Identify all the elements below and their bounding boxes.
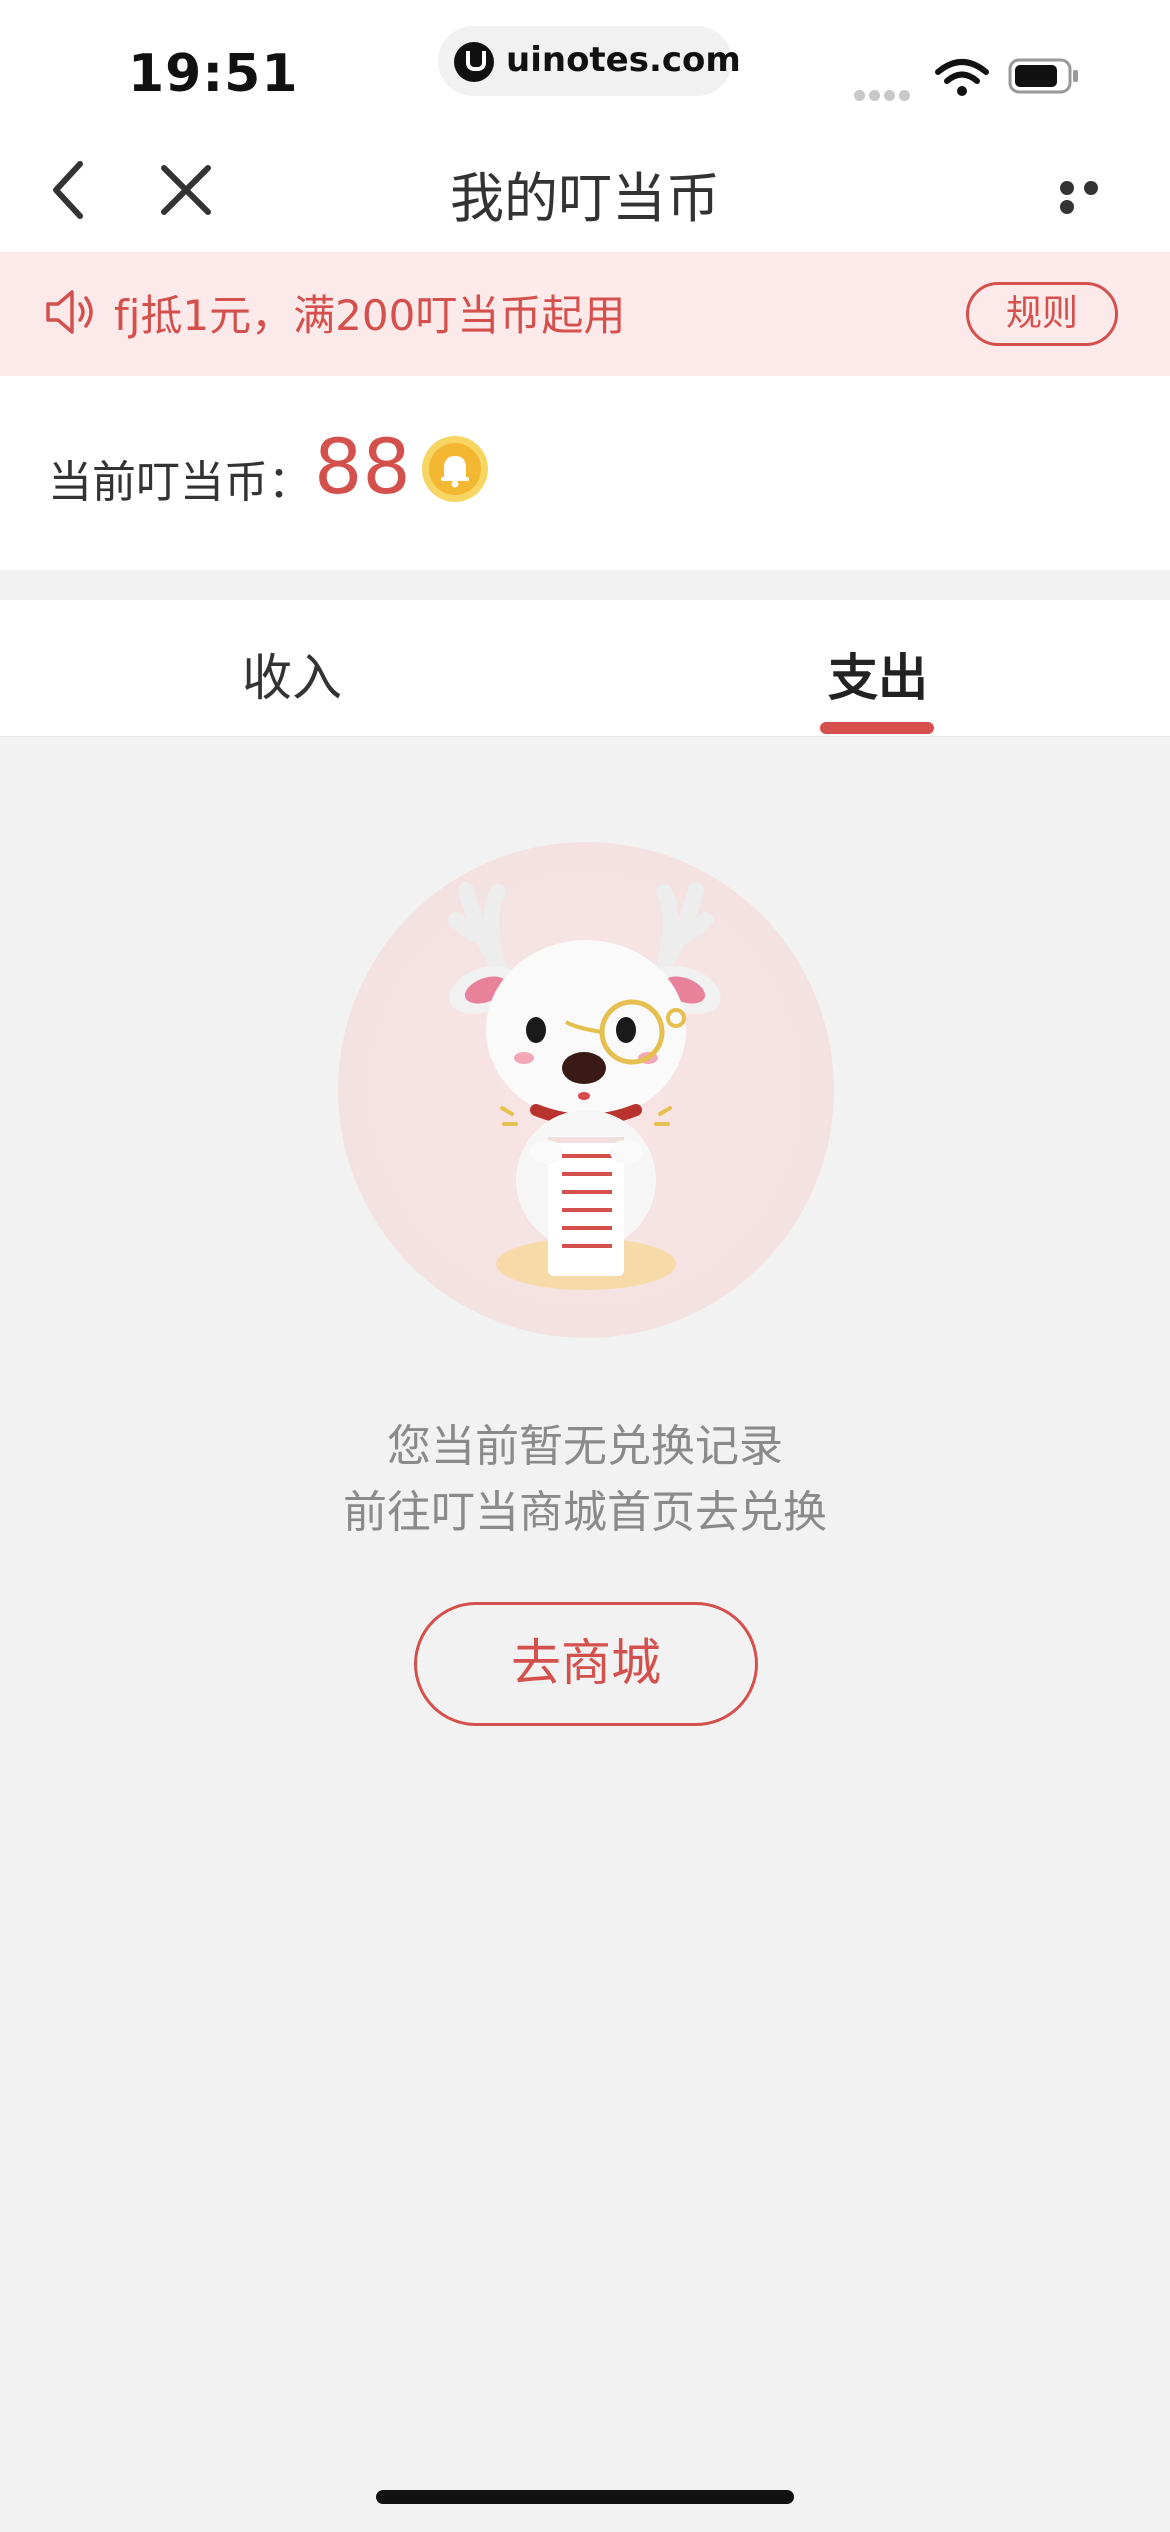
tab-income[interactable]: 收入 (142, 638, 442, 710)
empty-state-message: 您当前暂无兑换记录 (387, 1421, 783, 1472)
url-text: uinotes.com (506, 40, 741, 80)
home-indicator (376, 2490, 794, 2504)
more-icon[interactable] (1060, 180, 1130, 214)
nav-bar: 我的叮当币 (0, 132, 1170, 252)
page-title: 我的叮当币 (450, 167, 720, 230)
tab-bar: 收入 支出 (0, 600, 1170, 737)
url-pill[interactable]: uinotes.com (438, 26, 741, 96)
coin-bell-icon (422, 436, 488, 502)
battery-icon (1008, 58, 1078, 94)
tab-expense[interactable]: 支出 (728, 638, 1028, 710)
status-time: 19:51 (128, 44, 299, 104)
notice-bar: fj抵1元，满200叮当币起用 规则 (0, 252, 1170, 376)
signal-icon (854, 86, 916, 101)
wifi-icon (935, 59, 989, 96)
balance-value: 88 (314, 422, 411, 511)
deer-mascot-illustration (338, 842, 834, 1338)
notice-text: fj抵1元，满200叮当币起用 (114, 291, 626, 340)
empty-state-hint: 前往叮当商城首页去兑换 (343, 1487, 827, 1538)
rules-button[interactable]: 规则 (966, 282, 1118, 346)
speaker-icon (46, 290, 93, 334)
go-to-shop-button[interactable]: 去商城 (414, 1602, 758, 1726)
site-logo-icon (454, 42, 494, 82)
status-bar: 19:51 uinotes.com (0, 0, 1170, 132)
active-tab-indicator (820, 722, 934, 734)
balance-label: 当前叮当币： (48, 457, 312, 508)
balance-card: 当前叮当币： 88 (0, 376, 1170, 570)
